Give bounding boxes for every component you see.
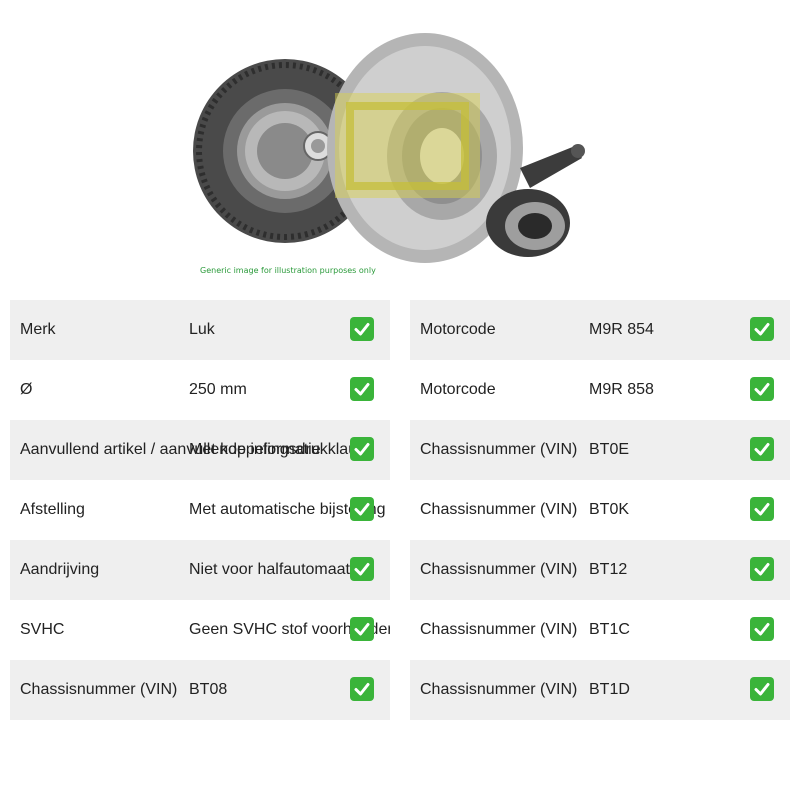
spec-row: SVHC Geen SVHC stof voorhanden [10, 600, 390, 660]
spec-label: Chassisnummer (VIN) [20, 681, 178, 698]
check-mark-icon [750, 677, 774, 701]
check-mark-icon [750, 617, 774, 641]
spec-label: Chassisnummer (VIN) [420, 621, 578, 638]
spec-row: Afstelling Met automatische bijstelling [10, 480, 390, 540]
check-mark-icon [750, 557, 774, 581]
check-mark-icon [350, 377, 374, 401]
check-mark-icon [750, 497, 774, 521]
check-mark-icon [350, 497, 374, 521]
spec-row: Merk Luk [10, 300, 390, 360]
spec-label: Chassisnummer (VIN) [420, 681, 578, 698]
check-mark-icon [350, 557, 374, 581]
spec-row: Chassisnummer (VIN) BT0K [410, 480, 790, 540]
spec-label: Motorcode [420, 381, 496, 398]
check-mark-icon [350, 617, 374, 641]
spec-label: Aandrijving [20, 561, 100, 578]
spec-label: Merk [20, 321, 56, 338]
spec-row: Chassisnummer (VIN) BT1C [410, 600, 790, 660]
spec-label: Chassisnummer (VIN) [420, 441, 578, 458]
spec-label: Ø [20, 381, 33, 398]
spec-row: Motorcode M9R 858 [410, 360, 790, 420]
spec-row: Motorcode M9R 854 [410, 300, 790, 360]
spec-label: SVHC [20, 621, 65, 638]
spec-label: Chassisnummer (VIN) [420, 561, 578, 578]
spec-row: Chassisnummer (VIN) BT1D [410, 660, 790, 720]
check-mark-icon [750, 437, 774, 461]
spec-label: Chassisnummer (VIN) [420, 501, 578, 518]
image-caption: Generic image for illustration purposes … [200, 266, 376, 275]
spec-row: Chassisnummer (VIN) BT0E [410, 420, 790, 480]
spec-label: Afstelling [20, 501, 85, 518]
brand-logo [335, 93, 480, 198]
check-mark-icon [350, 677, 374, 701]
spec-table-right: Motorcode M9R 854 Motorcode M9R 858 Chas… [410, 300, 790, 720]
check-mark-icon [350, 437, 374, 461]
spec-row: Aanvullend artikel / aanvullende informa… [10, 420, 390, 480]
spec-row: Aandrijving Niet voor halfautomaat [10, 540, 390, 600]
check-mark-icon [750, 317, 774, 341]
spec-label: Motorcode [420, 321, 496, 338]
product-image [190, 18, 610, 290]
check-mark-icon [350, 317, 374, 341]
spec-row: Ø 250 mm [10, 360, 390, 420]
spec-row: Chassisnummer (VIN) BT08 [10, 660, 390, 720]
check-mark-icon [750, 377, 774, 401]
spec-table-left: Merk Luk Ø 250 mm Aanvullend artikel / a… [10, 300, 390, 720]
spec-row: Chassisnummer (VIN) BT12 [410, 540, 790, 600]
